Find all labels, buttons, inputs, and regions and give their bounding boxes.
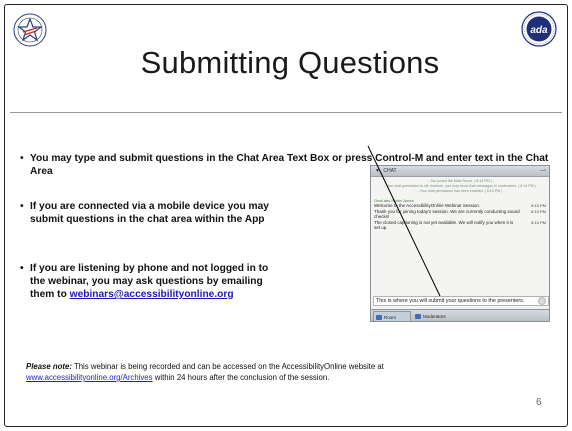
tab-moderators[interactable]: Moderators xyxy=(413,311,469,321)
message-text: The closed captioning is not yet availab… xyxy=(374,219,514,231)
chat-messages: - You joined the Main Room. ( 8:14 PM ) … xyxy=(371,177,549,297)
page-title: Submitting Questions xyxy=(140,45,440,80)
tab-label: Moderators xyxy=(423,314,446,319)
bullet-dot-icon: • xyxy=(20,153,24,164)
tab-label: Room xyxy=(384,315,397,320)
chat-message: The closed captioning is not yet availab… xyxy=(374,220,548,231)
bullet-item: • If you are connected via a mobile devi… xyxy=(20,200,270,226)
bullet-dot-icon: • xyxy=(20,263,24,274)
chevron-down-icon[interactable]: ▼ xyxy=(375,168,380,174)
chat-header[interactable]: ▼ CHAT –▫ xyxy=(371,166,549,177)
svg-text:ada: ada xyxy=(530,25,548,36)
message-time: 8:15 PM xyxy=(531,219,546,225)
chat-input-text: This is where you will submit your quest… xyxy=(376,298,525,304)
bullet-dot-icon: • xyxy=(20,201,24,212)
chat-text-box[interactable]: This is where you will submit your quest… xyxy=(373,296,549,306)
tab-room[interactable]: Room xyxy=(373,311,411,321)
archives-link[interactable]: www.accessibilityonline.org/Archives xyxy=(26,373,153,382)
message-time: 8:15 PM xyxy=(531,208,546,214)
message-text: Thank you for joining today's session. W… xyxy=(374,208,520,220)
email-link[interactable]: webinars@accessibilityonline.org xyxy=(70,289,234,300)
chat-tab-bar: Room Moderators xyxy=(371,309,549,321)
system-message: - Your chat permission has been enabled.… xyxy=(417,189,505,193)
slide: ada Submitting Questions • You may type … xyxy=(0,0,572,431)
bullet-item: • If you are listening by phone and not … xyxy=(20,262,275,301)
note-text-after: within 24 hours after the conclusion of … xyxy=(152,373,330,382)
minimize-icon[interactable]: –▫ xyxy=(541,166,546,177)
chat-header-label: CHAT xyxy=(383,168,397,174)
access-board-logo-icon xyxy=(13,13,47,47)
message-text: Welcome to the AccessibilityOnline Webin… xyxy=(374,203,481,208)
send-icon[interactable] xyxy=(538,297,546,305)
chat-panel: ▼ CHAT –▫ - You joined the Main Room. ( … xyxy=(370,165,550,322)
ada-center-logo-icon: ada xyxy=(521,11,557,47)
title-divider xyxy=(10,112,562,113)
note-lead: Please note: xyxy=(26,362,72,371)
room-icon xyxy=(376,315,382,320)
chat-message: Thank you for joining today's session. W… xyxy=(374,209,548,220)
moderators-icon xyxy=(415,314,421,319)
recording-note: Please note: This webinar is being recor… xyxy=(26,361,546,383)
page-number: 6 xyxy=(536,397,542,408)
note-text: This webinar is being recorded and can b… xyxy=(71,362,384,371)
bullet-text: If you are connected via a mobile device… xyxy=(30,201,269,225)
